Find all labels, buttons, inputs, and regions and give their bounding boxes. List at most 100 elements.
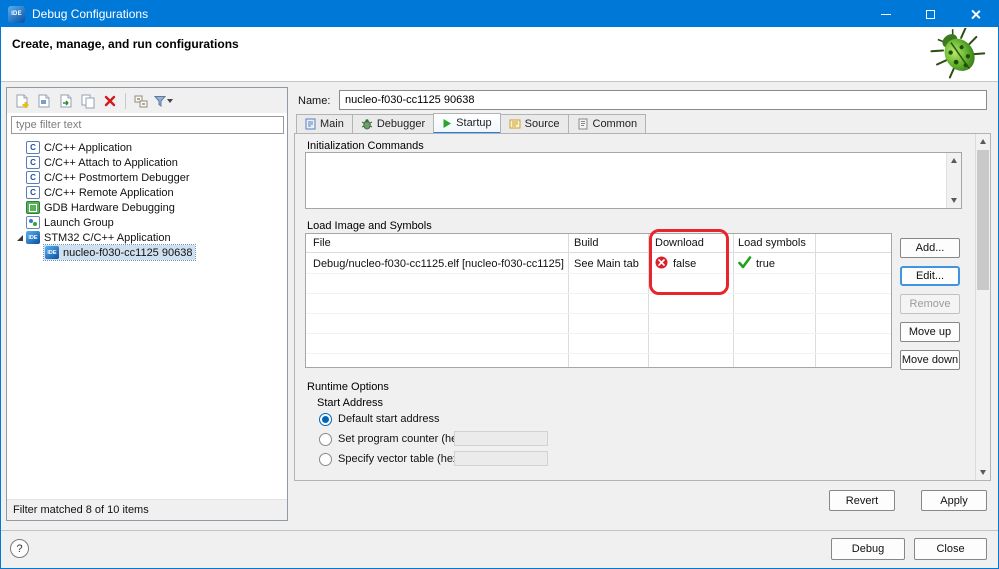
export-icon [60, 94, 72, 107]
add-button[interactable]: Add... [900, 238, 960, 258]
new-configuration-button[interactable] [12, 91, 32, 111]
maximize-button[interactable] [908, 1, 953, 27]
c-postmortem-icon: C [26, 171, 40, 184]
filter-menu-caret-icon [167, 98, 173, 103]
toolbar-separator [125, 92, 126, 109]
startup-tab-icon [443, 118, 452, 128]
launch-group-icon [26, 216, 40, 229]
program-counter-field[interactable] [454, 431, 548, 446]
content-scrollbar[interactable] [975, 134, 990, 480]
radio-default-start-address[interactable]: Default start address [319, 411, 440, 427]
tab-common[interactable]: Common [567, 114, 647, 134]
tab-main[interactable]: Main [296, 114, 353, 134]
filter-button[interactable] [153, 91, 173, 111]
tree-item-c-postmortem[interactable]: C C/C++ Postmortem Debugger [8, 170, 286, 185]
filter-status: Filter matched 8 of 10 items [7, 499, 287, 520]
scroll-up-icon[interactable] [951, 158, 957, 163]
collapse-all-icon [134, 95, 148, 107]
radio-specify-vector-table[interactable]: Specify vector table (hex): [319, 451, 465, 467]
selected-tree-item: IDE nucleo-f030-cc1125 90638 [42, 244, 197, 261]
main-tab-icon [305, 118, 316, 130]
edit-button[interactable]: Edit... [900, 266, 960, 286]
column-header-file[interactable]: File [313, 237, 331, 249]
scroll-down-icon[interactable] [980, 470, 986, 475]
tree-item-c-remote[interactable]: C C/C++ Remote Application [8, 185, 286, 200]
filter-input[interactable] [11, 116, 284, 134]
scroll-down-icon[interactable] [951, 198, 957, 203]
tree-item-c-application[interactable]: C C/C++ Application [8, 140, 286, 155]
help-button[interactable]: ? [10, 539, 29, 558]
bug-logo-icon [930, 26, 988, 83]
apply-button[interactable]: Apply [921, 490, 987, 511]
tree-item-c-attach[interactable]: C C/C++ Attach to Application [8, 155, 286, 170]
tree-item-label: C/C++ Remote Application [44, 186, 174, 199]
export-configurations-button[interactable] [56, 91, 76, 111]
c-attach-icon: C [26, 156, 40, 169]
duplicate-icon [81, 94, 95, 108]
init-commands-scrollbar[interactable] [946, 153, 961, 208]
move-up-button[interactable]: Move up [900, 322, 960, 342]
banner-title: Create, manage, and run configurations [12, 37, 239, 51]
collapse-all-button[interactable] [131, 91, 151, 111]
close-window-button[interactable] [953, 1, 998, 27]
column-header-build[interactable]: Build [574, 237, 598, 249]
move-down-button[interactable]: Move down [900, 350, 960, 370]
scroll-up-icon[interactable] [980, 139, 986, 144]
startup-tab-content: Initialization Commands Load Image and S… [294, 133, 991, 481]
column-header-download[interactable]: Download [655, 237, 704, 249]
minimize-icon [880, 13, 891, 15]
app-icon: IDE [8, 5, 25, 23]
maximize-icon [926, 9, 935, 19]
tree-item-launch-group[interactable]: Launch Group [8, 215, 286, 230]
duplicate-button[interactable] [78, 91, 98, 111]
name-input[interactable] [339, 90, 987, 110]
nucleo-config-icon: IDE [45, 246, 59, 259]
titlebar: IDE Debug Configurations [1, 1, 998, 27]
scrollbar-thumb[interactable] [977, 150, 989, 290]
stm32-application-icon: IDE [26, 231, 40, 244]
init-commands-label: Initialization Commands [307, 140, 424, 152]
column-header-load-symbols[interactable]: Load symbols [738, 237, 806, 249]
false-icon [655, 256, 668, 272]
delete-button[interactable] [100, 91, 120, 111]
source-tab-icon [509, 119, 521, 129]
name-label: Name: [298, 95, 331, 107]
load-image-label: Load Image and Symbols [307, 220, 432, 232]
dialog-footer: ? Debug Close [1, 530, 998, 568]
minimize-button[interactable] [863, 1, 908, 27]
debug-button[interactable]: Debug [831, 538, 905, 560]
start-address-label: Start Address [317, 397, 384, 409]
tab-startup[interactable]: Startup [433, 113, 501, 134]
vector-table-field[interactable] [454, 451, 548, 466]
true-check-icon [738, 256, 752, 272]
tree-item-gdb-hardware[interactable]: GDB Hardware Debugging [8, 200, 286, 215]
tree-item-label: nucleo-f030-cc1125 90638 [63, 246, 193, 259]
debug-configurations-window: IDE Debug Configurations Create, manage,… [0, 0, 999, 569]
radio-unselected-icon [319, 432, 332, 446]
init-commands-textarea[interactable] [305, 152, 962, 209]
tree-item-nucleo-config[interactable]: IDE nucleo-f030-cc1125 90638 [8, 244, 286, 261]
help-icon: ? [16, 542, 23, 555]
editor-tab-bar: Main Debugger Startup Source Common [296, 113, 647, 134]
window-title: Debug Configurations [32, 7, 149, 21]
radio-selected-icon [319, 412, 332, 426]
tree-item-stm32-application[interactable]: IDE STM32 C/C++ Application [8, 230, 286, 245]
radio-set-program-counter[interactable]: Set program counter (hex): [319, 431, 469, 447]
cell-build: See Main tab [574, 258, 639, 270]
load-image-table: File Build Download Load symbols Debug/n… [305, 233, 892, 368]
configurations-tree: C C/C++ Application C C/C++ Attach to Ap… [8, 138, 286, 498]
close-button[interactable]: Close [914, 538, 987, 560]
tree-item-label: C/C++ Postmortem Debugger [44, 171, 190, 184]
new-prototype-button[interactable] [34, 91, 54, 111]
radio-unselected-icon [319, 452, 332, 466]
tree-item-label: C/C++ Application [44, 141, 133, 154]
expanded-arrow-icon[interactable] [17, 234, 23, 241]
tab-debugger[interactable]: Debugger [351, 114, 435, 134]
remove-button[interactable]: Remove [900, 294, 960, 314]
app-icon-label: IDE [11, 11, 22, 17]
cell-load-symbols: true [756, 258, 775, 270]
common-tab-icon [578, 118, 587, 130]
revert-button[interactable]: Revert [829, 490, 895, 511]
tab-source[interactable]: Source [499, 114, 569, 134]
cell-file: Debug/nucleo-f030-cc1125.elf [nucleo-f03… [313, 258, 564, 270]
